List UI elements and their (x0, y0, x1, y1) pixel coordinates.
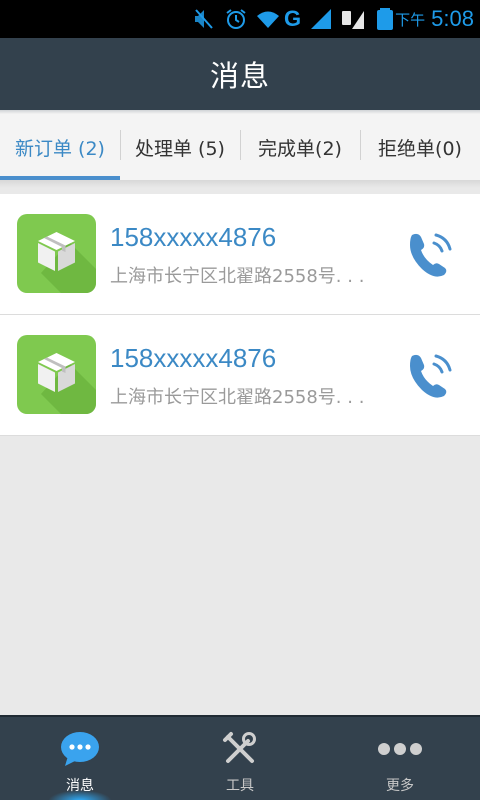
nav-label: 工具 (226, 778, 254, 794)
order-phone-number: 158xxxxx4876 (110, 222, 277, 252)
active-nav-glow (48, 790, 112, 800)
phone-call-icon[interactable] (404, 350, 456, 398)
more-dots-icon (376, 729, 424, 769)
ampm-label: 下午 (395, 10, 426, 29)
tabs-shadow (0, 180, 480, 188)
tab-new-orders[interactable]: 新订单 (2) (0, 114, 120, 180)
order-address: 上海市长宁区北翟路2558号. . . (110, 387, 365, 408)
nav-tools[interactable]: 工具 (160, 715, 320, 800)
tab-rejected-orders[interactable]: 拒绝单(0) (360, 114, 480, 180)
chat-bubble-icon (56, 729, 104, 769)
page-title: 消息 (209, 59, 270, 93)
status-time: 下午 5:08 (395, 5, 474, 33)
clock-label: 5:08 (431, 6, 474, 31)
order-address: 上海市长宁区北翟路2558号. . . (110, 266, 365, 287)
package-icon (17, 335, 96, 414)
tools-icon (216, 729, 264, 769)
order-tabs: 新订单 (2) 处理单 (5) 完成单(2) 拒绝单(0) (0, 114, 480, 180)
tab-processing-orders[interactable]: 处理单 (5) (120, 114, 240, 180)
status-bar: G 下午 5:08 (0, 0, 480, 38)
title-bar: 消息 (0, 38, 480, 110)
sim-signal-icon (342, 11, 365, 29)
network-type-label: G (284, 6, 302, 31)
nav-label: 更多 (386, 778, 414, 794)
bottom-navigation: 消息 工具 更多 (0, 715, 480, 800)
status-icons: G (192, 5, 397, 33)
phone-call-icon[interactable] (404, 229, 456, 277)
mute-icon (195, 9, 213, 29)
order-phone-number: 158xxxxx4876 (110, 343, 277, 373)
nav-messages[interactable]: 消息 (0, 715, 160, 800)
order-list-item[interactable]: 158xxxxx4876 上海市长宁区北翟路2558号. . . (0, 194, 480, 315)
order-list: 158xxxxx4876 上海市长宁区北翟路2558号. . . 158xxxx… (0, 194, 480, 436)
nav-more[interactable]: 更多 (320, 715, 480, 800)
cell-signal-icon (311, 9, 332, 29)
wifi-icon (257, 11, 279, 28)
order-list-item[interactable]: 158xxxxx4876 上海市长宁区北翟路2558号. . . (0, 315, 480, 436)
package-icon (17, 214, 96, 293)
battery-icon (377, 8, 394, 30)
tab-completed-orders[interactable]: 完成单(2) (240, 114, 360, 180)
alarm-icon (226, 9, 246, 29)
